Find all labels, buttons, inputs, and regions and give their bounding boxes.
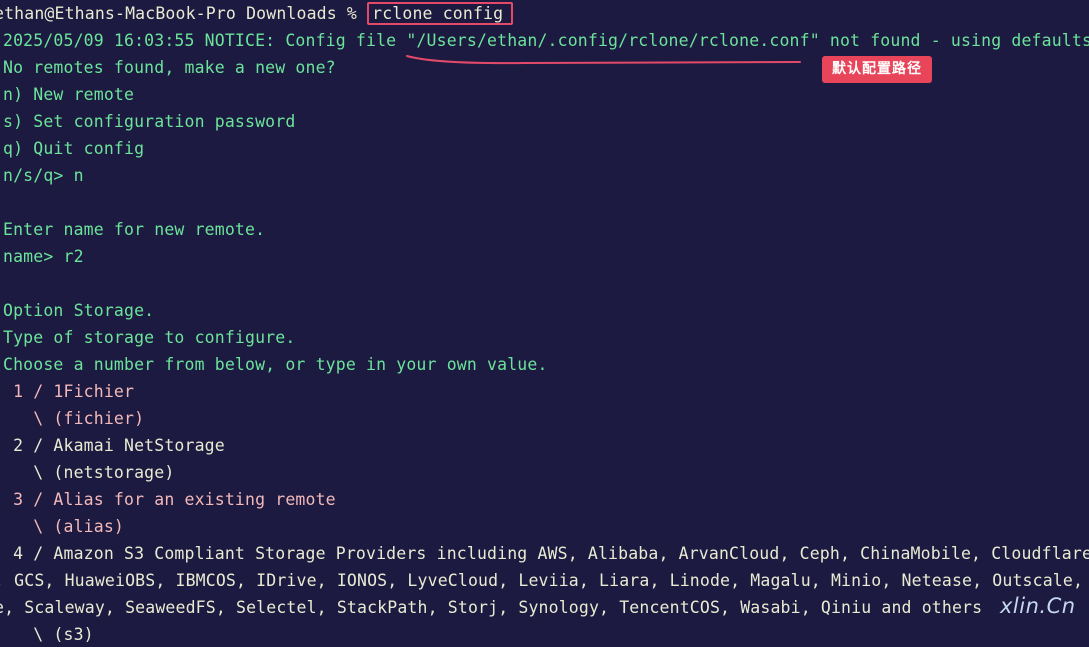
storage-option-s3-line3: e, Scaleway, SeaweedFS, Selectel, StackP…	[0, 598, 983, 617]
type-storage-line: Type of storage to configure.	[3, 328, 296, 347]
command-highlight: rclone config	[367, 2, 514, 25]
storage-option-s3-line2: , GCS, HuaweiOBS, IBMCOS, IDrive, IONOS,…	[0, 571, 1084, 590]
notice-line: 2025/05/09 16:03:55 NOTICE: Config file …	[3, 31, 1089, 50]
default-path-badge: 默认配置路径	[822, 56, 932, 83]
shell-prompt: ethan@Ethans-MacBook-Pro Downloads %	[0, 4, 368, 23]
option-storage-line: Option Storage.	[3, 301, 155, 320]
menu-set-password: s) Set configuration password	[3, 112, 296, 131]
menu-new-remote: n) New remote	[3, 85, 135, 104]
choose-number-line: Choose a number from below, or type in y…	[3, 355, 548, 374]
name-prompt: name> r2	[3, 247, 84, 266]
storage-option-s3-line1: 4 / Amazon S3 Compliant Storage Provider…	[3, 544, 1089, 563]
no-remotes-line: No remotes found, make a new one?	[3, 58, 336, 77]
menu-prompt: n/s/q> n	[3, 166, 84, 185]
storage-option-value: \ (fichier)	[3, 409, 145, 428]
enter-name-line: Enter name for new remote.	[3, 220, 266, 239]
storage-option-label: 3 / Alias for an existing remote	[3, 490, 336, 509]
storage-option-value: \ (alias)	[3, 517, 125, 536]
menu-quit-config: q) Quit config	[3, 139, 145, 158]
command-line: ethan@Ethans-MacBook-Pro Downloads % rcl…	[0, 0, 514, 27]
storage-option-label: 1 / 1Fichier	[3, 382, 135, 401]
terminal-window[interactable]: ethan@Ethans-MacBook-Pro Downloads % rcl…	[0, 0, 1089, 647]
storage-option-label: 2 / Akamai NetStorage	[3, 436, 225, 455]
storage-option-value: \ (netstorage)	[3, 463, 175, 482]
storage-option-s3-value: \ (s3)	[3, 625, 94, 644]
path-underline	[406, 55, 801, 65]
watermark: xlin.Cn	[1000, 594, 1076, 618]
